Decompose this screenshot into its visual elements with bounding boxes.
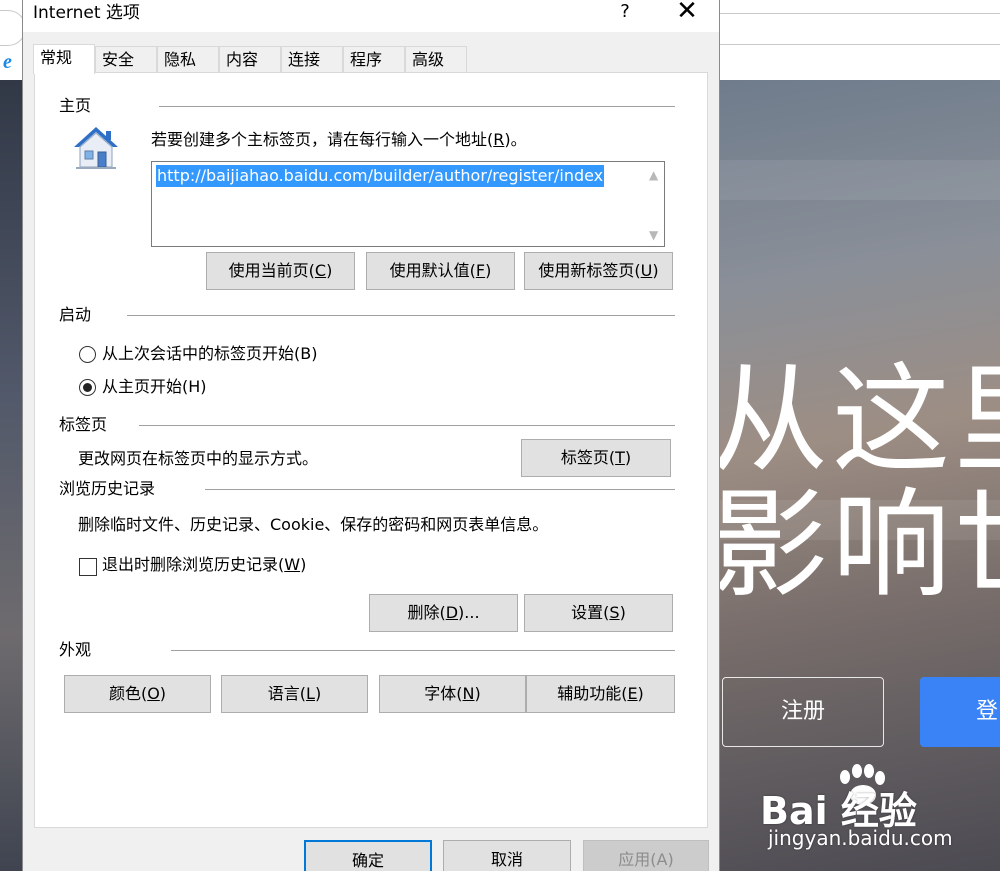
startup-home-page-radio[interactable] <box>79 379 96 396</box>
register-button[interactable]: 注册 <box>722 677 884 747</box>
tab-connections[interactable]: 连接 <box>281 46 343 73</box>
apply-button[interactable]: 应用(A) <box>583 840 709 871</box>
startup-last-session-radio[interactable] <box>79 346 96 363</box>
background-page-left-edge <box>0 80 24 871</box>
divider <box>127 315 675 316</box>
tab-programs[interactable]: 程序 <box>343 46 405 73</box>
textarea-scrollbar[interactable]: ▲ ▼ <box>644 162 664 246</box>
divider <box>171 650 675 651</box>
house-icon <box>74 127 118 169</box>
address-bar-border <box>720 13 1000 14</box>
cancel-button[interactable]: 取消 <box>443 840 571 871</box>
close-button[interactable]: ✕ <box>675 0 699 24</box>
history-description: 删除临时文件、历史记录、Cookie、保存的密码和网页表单信息。 <box>78 515 549 534</box>
watermark-url: jingyan.baidu.com <box>768 826 953 850</box>
dialog-title: Internet 选项 <box>33 3 140 23</box>
hero-headline-line1: 从这里 <box>720 351 1000 489</box>
tab-security[interactable]: 安全 <box>95 46 157 73</box>
accessibility-button[interactable]: 辅助功能(E) <box>526 675 675 713</box>
background-web-page: 从这里 影响世 注册 登 Bai 经验 jingyan.baidu.com <box>720 80 1000 871</box>
use-current-button[interactable]: 使用当前页(C) <box>206 252 355 290</box>
scroll-up-icon[interactable]: ▲ <box>649 168 658 182</box>
divider <box>159 106 675 107</box>
dialog-titlebar[interactable]: Internet 选项 ? ✕ <box>23 0 719 32</box>
delete-history-button[interactable]: 删除(D)... <box>369 594 518 632</box>
tab-content[interactable]: 内容 <box>219 46 281 73</box>
scroll-down-icon[interactable]: ▼ <box>649 228 658 242</box>
homepage-url-value: http://baijiahao.baidu.com/builder/autho… <box>156 165 605 187</box>
delete-on-exit-label[interactable]: 退出时删除浏览历史记录(W) <box>102 554 306 576</box>
ok-button[interactable]: 确定 <box>304 840 432 871</box>
tabs-description: 更改网页在标签页中的显示方式。 <box>78 449 319 468</box>
languages-button[interactable]: 语言(L) <box>221 675 368 713</box>
startup-last-session-label[interactable]: 从上次会话中的标签页开始(B) <box>102 343 317 365</box>
colors-button[interactable]: 颜色(O) <box>64 675 211 713</box>
history-settings-button[interactable]: 设置(S) <box>524 594 673 632</box>
hero-decor <box>720 160 1000 200</box>
homepage-heading: 主页 <box>59 96 92 115</box>
internet-options-dialog: Internet 选项 ? ✕ 常规 安全 隐私 内容 连接 程序 高级 主页 … <box>22 0 720 871</box>
tabs-heading: 标签页 <box>59 415 108 434</box>
appearance-heading: 外观 <box>59 640 92 659</box>
use-default-button[interactable]: 使用默认值(F) <box>366 252 515 290</box>
login-button[interactable]: 登 <box>920 677 1000 747</box>
tab-privacy[interactable]: 隐私 <box>157 46 219 73</box>
history-heading: 浏览历史记录 <box>59 479 156 498</box>
fonts-button[interactable]: 字体(N) <box>379 675 526 713</box>
homepage-url-textarea[interactable]: http://baijiahao.baidu.com/builder/autho… <box>151 161 665 247</box>
tabs-settings-button[interactable]: 标签页(T) <box>521 439 671 477</box>
startup-heading: 启动 <box>59 305 92 324</box>
tab-general[interactable]: 常规 <box>33 44 95 74</box>
tab-strip-border <box>720 44 1000 45</box>
delete-on-exit-checkbox[interactable] <box>79 558 97 576</box>
divider <box>139 425 675 426</box>
divider <box>205 489 675 490</box>
general-tab-panel: 主页 若要创建多个主标签页，请在每行输入一个地址(R)。 http://baij… <box>34 72 708 828</box>
startup-home-page-label[interactable]: 从主页开始(H) <box>102 376 207 398</box>
hero-headline-line2: 影响世 <box>720 476 1000 614</box>
ie-logo-icon[interactable]: e <box>3 52 23 72</box>
use-new-tab-button[interactable]: 使用新标签页(U) <box>524 252 673 290</box>
homepage-description: 若要创建多个主标签页，请在每行输入一个地址(R)。 <box>151 130 527 149</box>
help-button[interactable]: ? <box>615 1 635 23</box>
tab-advanced[interactable]: 高级 <box>405 46 467 73</box>
